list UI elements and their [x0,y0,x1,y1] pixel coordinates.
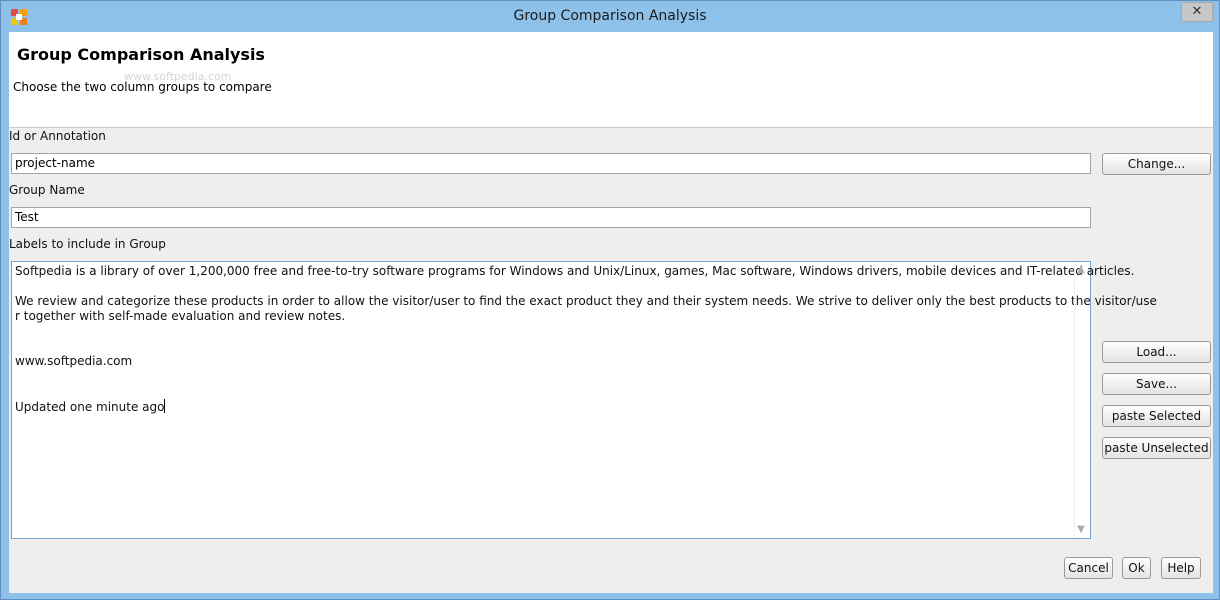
textarea-line [15,324,1075,339]
id-annotation-label: Id or Annotation [9,129,106,143]
change-button[interactable]: Change... [1102,153,1211,175]
id-annotation-field[interactable]: project-name [11,153,1091,174]
help-button[interactable]: Help [1161,557,1201,579]
textarea-last-line: Updated one minute ago [15,399,1075,415]
vertical-scrollbar[interactable]: ▲ ▼ [1074,262,1089,538]
window-title: Group Comparison Analysis [513,8,707,24]
textarea-line: Updated one minute ago [15,400,165,414]
labels-textarea-content: Softpedia is a library of over 1,200,000… [15,264,1157,415]
save-button[interactable]: Save... [1102,373,1211,395]
textarea-line: r together with self-made evaluation and… [15,309,346,323]
labels-textarea[interactable]: Softpedia is a library of over 1,200,000… [11,261,1157,539]
cancel-button[interactable]: Cancel [1064,557,1113,579]
textarea-line [15,279,1075,294]
group-name-field[interactable]: Test [11,207,1091,228]
scroll-down-icon[interactable]: ▼ [1075,524,1087,536]
textarea-line: Softpedia is a library of over 1,200,000… [15,264,1135,278]
ok-button[interactable]: Ok [1122,557,1151,579]
header-panel: Group Comparison Analysis www.softpedia.… [9,32,1213,128]
labels-include-label: Labels to include in Group [9,237,166,251]
dialog-window: Group Comparison Analysis ✕ Group Compar… [0,0,1220,600]
textarea-line: www.softpedia.com [15,354,133,368]
text-cursor [164,399,166,413]
paste-selected-button[interactable]: paste Selected [1102,405,1211,427]
header-subtitle: Choose the two column groups to compare [13,80,272,94]
title-bar[interactable]: Group Comparison Analysis ✕ [1,1,1219,32]
group-name-label: Group Name [9,183,85,197]
load-button[interactable]: Load... [1102,341,1211,363]
dialog-content: Group Comparison Analysis www.softpedia.… [9,32,1213,593]
close-icon[interactable]: ✕ [1181,2,1213,22]
textarea-line: We review and categorize these products … [15,294,1157,308]
scroll-up-icon[interactable]: ▲ [1075,264,1087,276]
header-title: Group Comparison Analysis [17,45,265,64]
paste-unselected-button[interactable]: paste Unselected [1102,437,1211,459]
textarea-line [15,339,1075,354]
textarea-line [15,384,1075,399]
textarea-line [15,369,1075,384]
